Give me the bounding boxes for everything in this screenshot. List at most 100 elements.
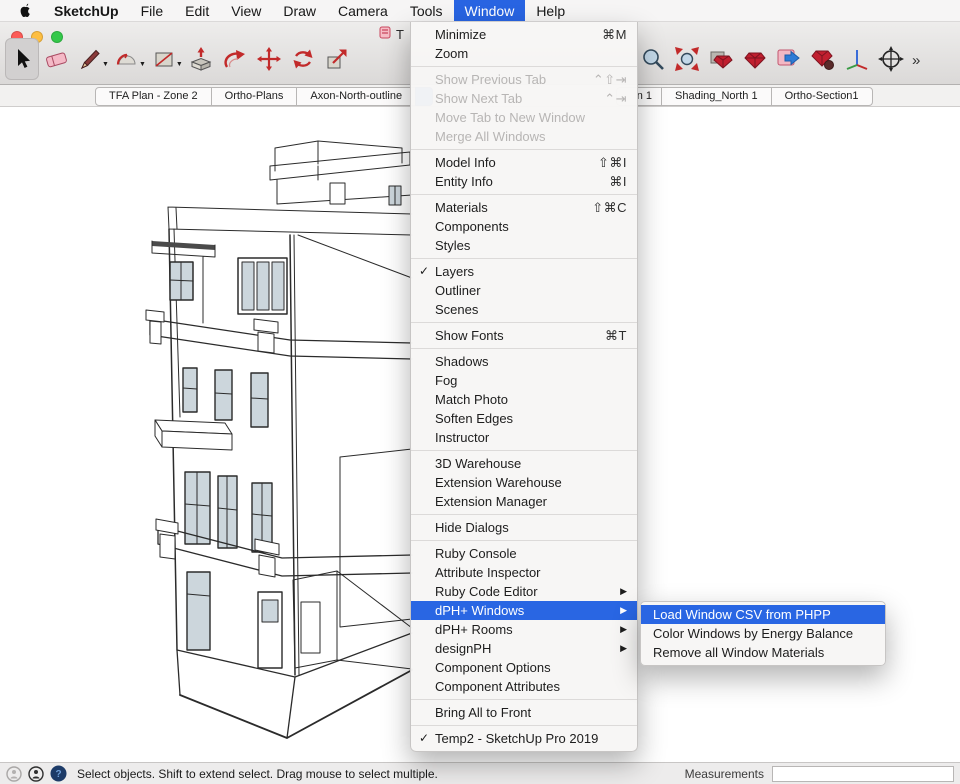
menu-item-hide-dialogs[interactable]: Hide Dialogs xyxy=(411,518,637,537)
scene-tab-ortho-section1[interactable]: Ortho-Section1 xyxy=(771,87,873,106)
scene-tab-tfa-plan-zone2[interactable]: TFA Plan - Zone 2 xyxy=(95,87,212,106)
menu-item-bring-all-to-front[interactable]: Bring All to Front xyxy=(411,703,637,722)
menu-item-materials[interactable]: Materials⇧⌘C xyxy=(411,198,637,217)
follow-me-tool-button[interactable] xyxy=(218,38,252,80)
push-pull-icon xyxy=(188,46,214,72)
scene-tab-ortho-plans[interactable]: Ortho-Plans xyxy=(211,87,298,106)
menu-item-extension-manager[interactable]: Extension Manager xyxy=(411,492,637,511)
menu-item-component-attributes[interactable]: Component Attributes xyxy=(411,677,637,696)
pink-export-arrow-icon xyxy=(776,46,802,72)
move-tool-button[interactable] xyxy=(252,38,286,80)
menubar-item-view[interactable]: View xyxy=(220,0,272,21)
menu-separator xyxy=(411,450,637,451)
menu-item-scenes[interactable]: Scenes xyxy=(411,300,637,319)
rotate-icon xyxy=(290,46,316,72)
menu-item-styles[interactable]: Styles xyxy=(411,236,637,255)
menu-item-fog[interactable]: Fog xyxy=(411,371,637,390)
zoom-tool-button[interactable] xyxy=(636,38,670,80)
ruby-plugin-1-button[interactable] xyxy=(704,38,738,80)
rectangle-tool-button[interactable] xyxy=(147,38,181,80)
menu-item-match-photo[interactable]: Match Photo xyxy=(411,390,637,409)
geolocation-icon[interactable] xyxy=(6,766,22,782)
toolbar-overflow-chevron[interactable]: » xyxy=(908,52,924,69)
rectangle-tool-dropdown-caret[interactable]: ▼ xyxy=(176,61,183,68)
ruby-plugin-2-button[interactable] xyxy=(738,38,772,80)
menubar-item-tools[interactable]: Tools xyxy=(399,0,454,21)
credits-icon[interactable] xyxy=(28,766,44,782)
menu-item-ruby-console[interactable]: Ruby Console xyxy=(411,544,637,563)
menu-item-label: Hide Dialogs xyxy=(435,520,627,535)
apple-menu[interactable] xyxy=(8,0,43,21)
arc-protractor-icon xyxy=(115,47,139,71)
zoom-extents-icon xyxy=(674,46,700,72)
zoom-extents-button[interactable] xyxy=(670,38,704,80)
rotate-tool-button[interactable] xyxy=(286,38,320,80)
scene-tab-axon-north-outline[interactable]: Axon-North-outline xyxy=(296,87,416,106)
menubar-item-help[interactable]: Help xyxy=(525,0,576,21)
menubar-item-edit[interactable]: Edit xyxy=(174,0,220,21)
menu-separator xyxy=(411,540,637,541)
submenu-arrow-icon: ▶ xyxy=(620,643,627,654)
menu-item-zoom[interactable]: Zoom xyxy=(411,44,637,63)
arc-tool-button[interactable] xyxy=(110,38,144,80)
scene-tab-shading-north-1[interactable]: Shading_North 1 xyxy=(661,87,772,106)
eraser-tool-button[interactable] xyxy=(39,38,73,80)
ruby-gem-badge-icon xyxy=(810,46,836,72)
menu-item-label: 3D Warehouse xyxy=(435,456,627,471)
menu-item-show-fonts[interactable]: Show Fonts⌘T xyxy=(411,326,637,345)
menu-item-label: Remove all Window Materials xyxy=(653,645,873,660)
menu-item-label: designPH xyxy=(435,641,608,656)
follow-me-icon xyxy=(222,46,248,72)
menu-item-shortcut: ⇧⌘C xyxy=(592,200,627,216)
menu-separator xyxy=(411,514,637,515)
axes-tool-button[interactable] xyxy=(840,38,874,80)
origin-tool-button[interactable] xyxy=(874,38,908,80)
menu-separator xyxy=(411,348,637,349)
line-tool-button[interactable] xyxy=(73,38,107,80)
menu-item-label: dPH+ Rooms xyxy=(435,622,608,637)
submenu-item-load-window-csv[interactable]: Load Window CSV from PHPP xyxy=(641,605,885,624)
submenu-item-color-windows-energy[interactable]: Color Windows by Energy Balance xyxy=(641,624,885,643)
menubar-item-window[interactable]: Window xyxy=(454,0,526,21)
menu-item-ruby-code-editor[interactable]: Ruby Code Editor▶ xyxy=(411,582,637,601)
menu-item-label: Scenes xyxy=(435,302,627,317)
menu-item-attribute-inspector[interactable]: Attribute Inspector xyxy=(411,563,637,582)
menu-item-dph-windows[interactable]: dPH+ Windows▶ xyxy=(411,601,637,620)
menu-separator xyxy=(411,258,637,259)
export-plugin-button[interactable] xyxy=(772,38,806,80)
menubar-item-camera[interactable]: Camera xyxy=(327,0,399,21)
menu-item-minimize[interactable]: Minimize⌘M xyxy=(411,25,637,44)
ruby-plugin-3-button[interactable] xyxy=(806,38,840,80)
menu-item-instructor[interactable]: Instructor xyxy=(411,428,637,447)
menu-item-designph[interactable]: designPH ▶ xyxy=(411,639,637,658)
menu-item-entity-info[interactable]: Entity Info⌘I xyxy=(411,172,637,191)
menu-item-shadows[interactable]: Shadows xyxy=(411,352,637,371)
menu-item-components[interactable]: Components xyxy=(411,217,637,236)
menu-separator xyxy=(411,66,637,67)
menu-item-outliner[interactable]: Outliner xyxy=(411,281,637,300)
menu-item-label: Component Attributes xyxy=(435,679,627,694)
arc-tool-dropdown-caret[interactable]: ▼ xyxy=(139,61,146,68)
menubar-item-sketchup[interactable]: SketchUp xyxy=(43,0,130,21)
submenu-item-remove-window-materials[interactable]: Remove all Window Materials xyxy=(641,643,885,662)
menu-item-model-info[interactable]: Model Info⇧⌘I xyxy=(411,153,637,172)
menu-item-dph-rooms[interactable]: dPH+ Rooms ▶ xyxy=(411,620,637,639)
menubar-item-file[interactable]: File xyxy=(130,0,175,21)
menu-item-extension-warehouse[interactable]: Extension Warehouse xyxy=(411,473,637,492)
help-icon[interactable]: ? xyxy=(50,765,67,782)
measurements-input[interactable] xyxy=(772,766,954,782)
menu-item-temp2-sketchup[interactable]: ✓Temp2 - SketchUp Pro 2019 xyxy=(411,729,637,748)
scale-tool-button[interactable] xyxy=(320,38,354,80)
menu-item-soften-edges[interactable]: Soften Edges xyxy=(411,409,637,428)
submenu-arrow-icon: ▶ xyxy=(620,624,627,635)
line-tool-dropdown-caret[interactable]: ▼ xyxy=(102,61,109,68)
apple-icon xyxy=(19,3,32,18)
menu-item-label: Color Windows by Energy Balance xyxy=(653,626,873,641)
menubar-item-draw[interactable]: Draw xyxy=(272,0,327,21)
select-tool-button[interactable] xyxy=(5,38,39,80)
menu-item-layers[interactable]: ✓Layers xyxy=(411,262,637,281)
menu-item-3d-warehouse[interactable]: 3D Warehouse xyxy=(411,454,637,473)
push-pull-tool-button[interactable] xyxy=(184,38,218,80)
menu-item-component-options[interactable]: Component Options xyxy=(411,658,637,677)
menu-item-label: Minimize xyxy=(435,27,590,42)
